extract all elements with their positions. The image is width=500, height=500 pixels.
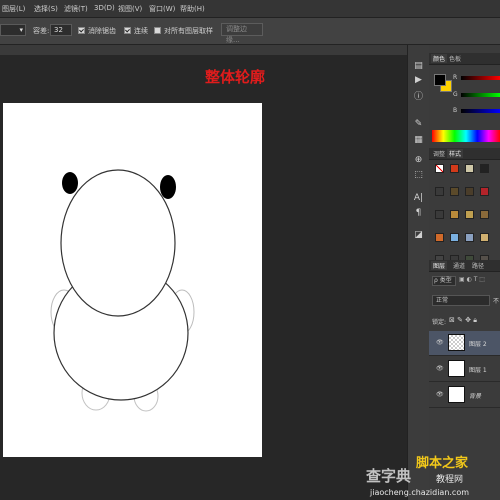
green-slider[interactable] <box>461 93 500 97</box>
clone-source-icon[interactable]: ⊕ <box>413 155 424 166</box>
panda-outline-drawing <box>50 169 195 412</box>
opacity-label: 不 <box>493 298 500 305</box>
layer-name[interactable]: 图层 1 <box>469 365 487 374</box>
style-swatch[interactable] <box>450 233 459 242</box>
filter-icons[interactable]: ▣ ◐ T ⬚ <box>459 276 485 283</box>
info-icon[interactable]: ⓘ <box>413 92 424 103</box>
collapsed-panel-strip: ▤ ▶ ⓘ ✎ ▦ ⊕ ⬚ A| ¶ ◪ <box>407 45 430 500</box>
sample-all-layers-checkbox[interactable] <box>154 27 161 34</box>
style-swatch[interactable] <box>465 187 474 196</box>
styles-panel-tabs: 调整 样式 <box>429 148 500 160</box>
layer-row-selected[interactable]: 👁︎ 图层 2 <box>429 331 500 356</box>
contiguous-label: 连续 <box>134 27 148 35</box>
style-swatch[interactable] <box>480 210 489 219</box>
watermark-url: jiaocheng.chazidian.com <box>370 488 470 497</box>
watermark-tutorial: 教程网 <box>436 475 464 485</box>
menu-help[interactable]: 帮助(H) <box>180 4 205 14</box>
paragraph-icon[interactable]: ¶ <box>413 208 424 219</box>
layer-name[interactable]: 背景 <box>469 391 481 400</box>
style-swatch[interactable] <box>435 164 444 173</box>
tab-adjustments[interactable]: 调整 <box>431 149 447 158</box>
green-label: G <box>453 91 458 98</box>
layer-name[interactable]: 图层 2 <box>469 339 487 348</box>
style-swatch[interactable] <box>465 164 474 173</box>
layer-row[interactable]: 👁︎ 背景 <box>429 383 500 408</box>
lock-icons[interactable]: ⊠ ✎ ✥ 🔒︎ <box>449 316 477 325</box>
layer-thumbnail <box>448 334 465 351</box>
history-icon[interactable]: ▤ <box>413 61 424 72</box>
properties-icon[interactable]: ◪ <box>413 230 424 241</box>
watermark-site-left: 查字典 <box>366 467 412 485</box>
brush-icon[interactable]: ✎ <box>413 119 424 130</box>
menu-filter[interactable]: 滤镜(T) <box>64 4 88 14</box>
blue-slider[interactable] <box>461 109 500 113</box>
antialias-checkbox[interactable] <box>78 27 85 34</box>
tab-swatches[interactable]: 色板 <box>447 54 463 63</box>
contiguous-checkbox[interactable] <box>124 27 131 34</box>
menu-bar: 图层(L) 选择(S) 滤镜(T) 3D(D) 视图(V) 窗口(W) 帮助(H… <box>0 0 500 18</box>
style-swatch[interactable] <box>450 164 459 173</box>
head-outline <box>60 169 176 317</box>
character-icon[interactable]: A| <box>413 193 424 204</box>
brush-presets-icon[interactable]: ▦ <box>413 135 424 146</box>
eye-icon[interactable]: 👁︎ <box>436 365 444 372</box>
tolerance-label: 容差: <box>33 27 50 35</box>
tool-presets-icon[interactable]: ⬚ <box>413 170 424 181</box>
options-bar: ▾ 容差: 32 消除锯齿 连续 对所有图层取样 调整边缘... <box>0 18 500 45</box>
right-panel-dock: 颜色 色板 R G B 调整 样式 图层 通道 路径 ρ 类型 ▣ ◐ T ⬚ … <box>429 45 500 500</box>
document-tab-strip[interactable] <box>0 45 407 55</box>
menu-select[interactable]: 选择(S) <box>34 4 58 14</box>
chevron-down-icon: ▾ <box>19 26 23 34</box>
style-swatch[interactable] <box>480 233 489 242</box>
menu-layer[interactable]: 图层(L) <box>2 4 25 14</box>
style-swatch[interactable] <box>435 187 444 196</box>
layer-row[interactable]: 👁︎ 图层 1 <box>429 357 500 382</box>
tab-paths[interactable]: 路径 <box>470 261 486 270</box>
layer-kind-filter[interactable]: ρ 类型 <box>432 276 456 286</box>
tab-color[interactable]: 颜色 <box>431 54 448 63</box>
menu-3d[interactable]: 3D(D) <box>94 4 115 12</box>
style-swatch[interactable] <box>465 233 474 242</box>
actions-icon[interactable]: ▶ <box>413 75 424 86</box>
tab-layers[interactable]: 图层 <box>431 261 448 270</box>
layer-thumbnail <box>448 360 465 377</box>
left-ear <box>62 172 78 194</box>
lock-label: 锁定: <box>432 319 447 326</box>
right-ear <box>160 175 176 199</box>
watermark-brand: 脚本之家 <box>416 456 469 471</box>
style-swatch[interactable] <box>435 233 444 242</box>
canvas-heading: 整体轮廓 <box>205 68 266 86</box>
refine-edge-button[interactable]: 调整边缘... <box>221 23 263 44</box>
tolerance-input[interactable]: 32 <box>50 24 72 36</box>
document-canvas[interactable] <box>3 103 262 457</box>
style-swatch[interactable] <box>465 210 474 219</box>
eye-icon[interactable]: 👁︎ <box>436 339 444 346</box>
style-swatch[interactable] <box>450 187 459 196</box>
menu-view[interactable]: 视图(V) <box>118 4 142 14</box>
sample-all-layers-label: 对所有图层取样 <box>164 27 213 35</box>
tab-channels[interactable]: 通道 <box>451 261 467 270</box>
style-swatch[interactable] <box>435 210 444 219</box>
antialias-label: 消除锯齿 <box>88 27 116 35</box>
foreground-color-swatch[interactable] <box>434 74 446 86</box>
blue-label: B <box>453 107 458 114</box>
menu-window[interactable]: 窗口(W) <box>149 4 175 14</box>
color-spectrum-ramp[interactable] <box>432 130 500 142</box>
style-swatch[interactable] <box>450 210 459 219</box>
tab-styles[interactable]: 样式 <box>447 149 464 158</box>
style-swatch[interactable] <box>480 187 489 196</box>
layers-panel-tabs: 图层 通道 路径 <box>429 260 500 272</box>
red-label: R <box>453 74 458 81</box>
layer-thumbnail <box>448 386 465 403</box>
blend-mode-dropdown[interactable]: 正常 <box>432 295 490 306</box>
tool-preset-dropdown[interactable]: ▾ <box>0 24 26 36</box>
eye-icon[interactable]: 👁︎ <box>436 391 444 398</box>
color-panel-tabs: 颜色 色板 <box>429 53 500 65</box>
style-swatch[interactable] <box>480 164 489 173</box>
red-slider[interactable] <box>461 76 500 80</box>
